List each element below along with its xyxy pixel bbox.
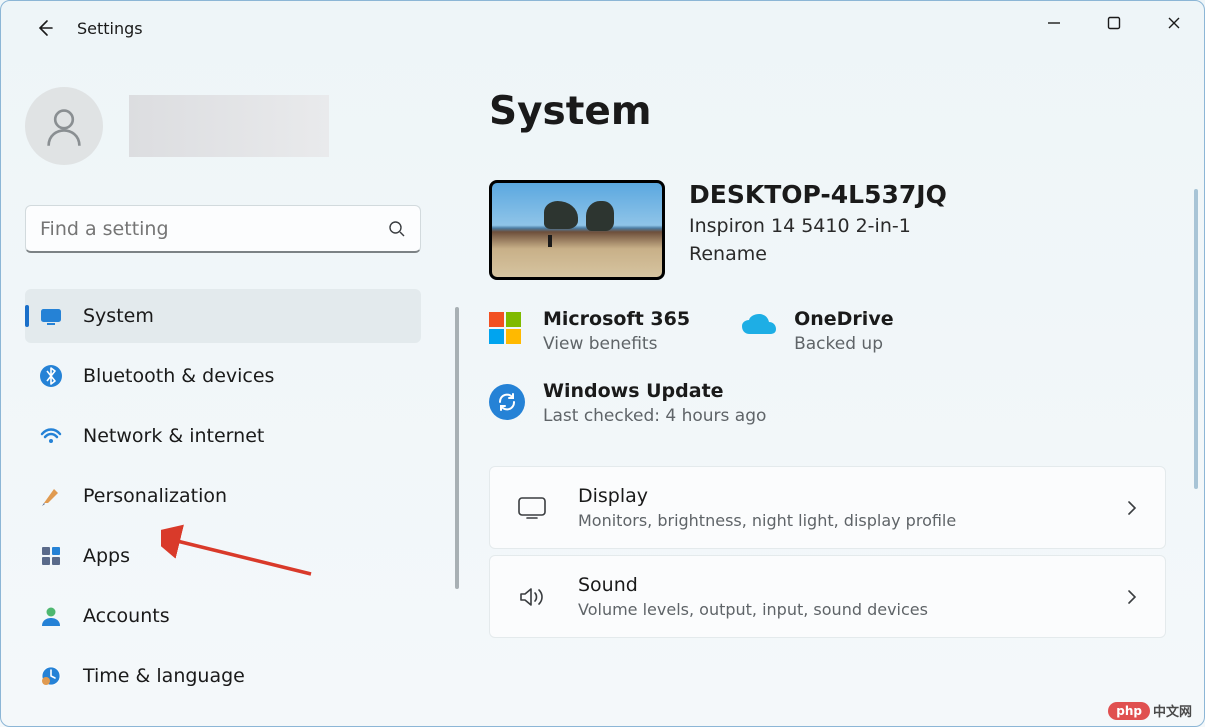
device-name: DESKTOP-4L537JQ <box>689 180 947 209</box>
wifi-icon <box>39 424 63 448</box>
display-icon <box>514 490 550 526</box>
windows-update-link[interactable]: Windows Update Last checked: 4 hours ago <box>489 380 1166 426</box>
microsoft-logo-icon <box>489 312 525 348</box>
sidebar-item-personalization[interactable]: Personalization <box>25 469 421 523</box>
sidebar-item-network[interactable]: Network & internet <box>25 409 421 463</box>
sidebar-item-label: System <box>83 305 154 327</box>
watermark-text: 中文网 <box>1153 701 1192 720</box>
profile-section[interactable] <box>25 87 439 165</box>
wallpaper-thumbnail[interactable] <box>489 180 665 280</box>
card-sub: Volume levels, output, input, sound devi… <box>578 600 1123 619</box>
sound-card[interactable]: Sound Volume levels, output, input, soun… <box>489 555 1166 638</box>
microsoft-365-link[interactable]: Microsoft 365 View benefits <box>489 308 690 354</box>
display-card[interactable]: Display Monitors, brightness, night ligh… <box>489 466 1166 549</box>
search-box[interactable] <box>25 205 421 253</box>
monitor-icon <box>39 304 63 328</box>
close-button[interactable] <box>1144 1 1204 45</box>
person-icon <box>39 604 63 628</box>
sidebar-item-label: Accounts <box>83 605 170 627</box>
sidebar-item-time[interactable]: Time & language <box>25 649 421 703</box>
content-scrollbar[interactable] <box>1194 189 1198 489</box>
quick-title: OneDrive <box>794 308 894 330</box>
sidebar-scrollbar[interactable] <box>455 307 459 589</box>
quick-title: Microsoft 365 <box>543 308 690 330</box>
sidebar-item-label: Time & language <box>83 665 245 687</box>
search-input[interactable] <box>40 218 388 240</box>
sidebar-item-label: Apps <box>83 545 130 567</box>
watermark-badge: php <box>1108 702 1150 720</box>
brush-icon <box>39 484 63 508</box>
minimize-button[interactable] <box>1024 1 1084 45</box>
search-icon <box>388 220 406 238</box>
quick-sub: View benefits <box>543 334 690 354</box>
sidebar-item-label: Network & internet <box>83 425 264 447</box>
card-title: Sound <box>578 574 1123 596</box>
sound-icon <box>514 579 550 615</box>
update-title: Windows Update <box>543 380 766 402</box>
sidebar: System Bluetooth & devices Network & int… <box>1 55 461 726</box>
sidebar-item-label: Bluetooth & devices <box>83 365 274 387</box>
sidebar-item-bluetooth[interactable]: Bluetooth & devices <box>25 349 421 403</box>
bluetooth-icon <box>39 364 63 388</box>
back-button[interactable] <box>27 10 63 46</box>
chevron-right-icon <box>1123 499 1141 517</box>
app-title: Settings <box>77 19 143 38</box>
watermark: php 中文网 <box>1108 701 1192 720</box>
onedrive-link[interactable]: OneDrive Backed up <box>740 308 894 354</box>
cloud-icon <box>740 312 776 348</box>
device-section: DESKTOP-4L537JQ Inspiron 14 5410 2-in-1 … <box>489 180 1166 280</box>
sidebar-item-label: Personalization <box>83 485 227 507</box>
maximize-button[interactable] <box>1084 1 1144 45</box>
sidebar-item-system[interactable]: System <box>25 289 421 343</box>
rename-link[interactable]: Rename <box>689 243 767 265</box>
card-title: Display <box>578 485 1123 507</box>
profile-name-placeholder <box>129 95 329 157</box>
avatar <box>25 87 103 165</box>
sync-icon <box>489 384 525 420</box>
page-title: System <box>489 89 1166 134</box>
sidebar-item-apps[interactable]: Apps <box>25 529 421 583</box>
sidebar-item-accounts[interactable]: Accounts <box>25 589 421 643</box>
quick-sub: Backed up <box>794 334 894 354</box>
device-model: Inspiron 14 5410 2-in-1 <box>689 215 947 237</box>
update-sub: Last checked: 4 hours ago <box>543 406 766 426</box>
main-content: System DESKTOP-4L537JQ Inspiron 14 5410 … <box>461 55 1204 726</box>
clock-globe-icon <box>39 664 63 688</box>
chevron-right-icon <box>1123 588 1141 606</box>
apps-icon <box>39 544 63 568</box>
card-sub: Monitors, brightness, night light, displ… <box>578 511 1123 530</box>
